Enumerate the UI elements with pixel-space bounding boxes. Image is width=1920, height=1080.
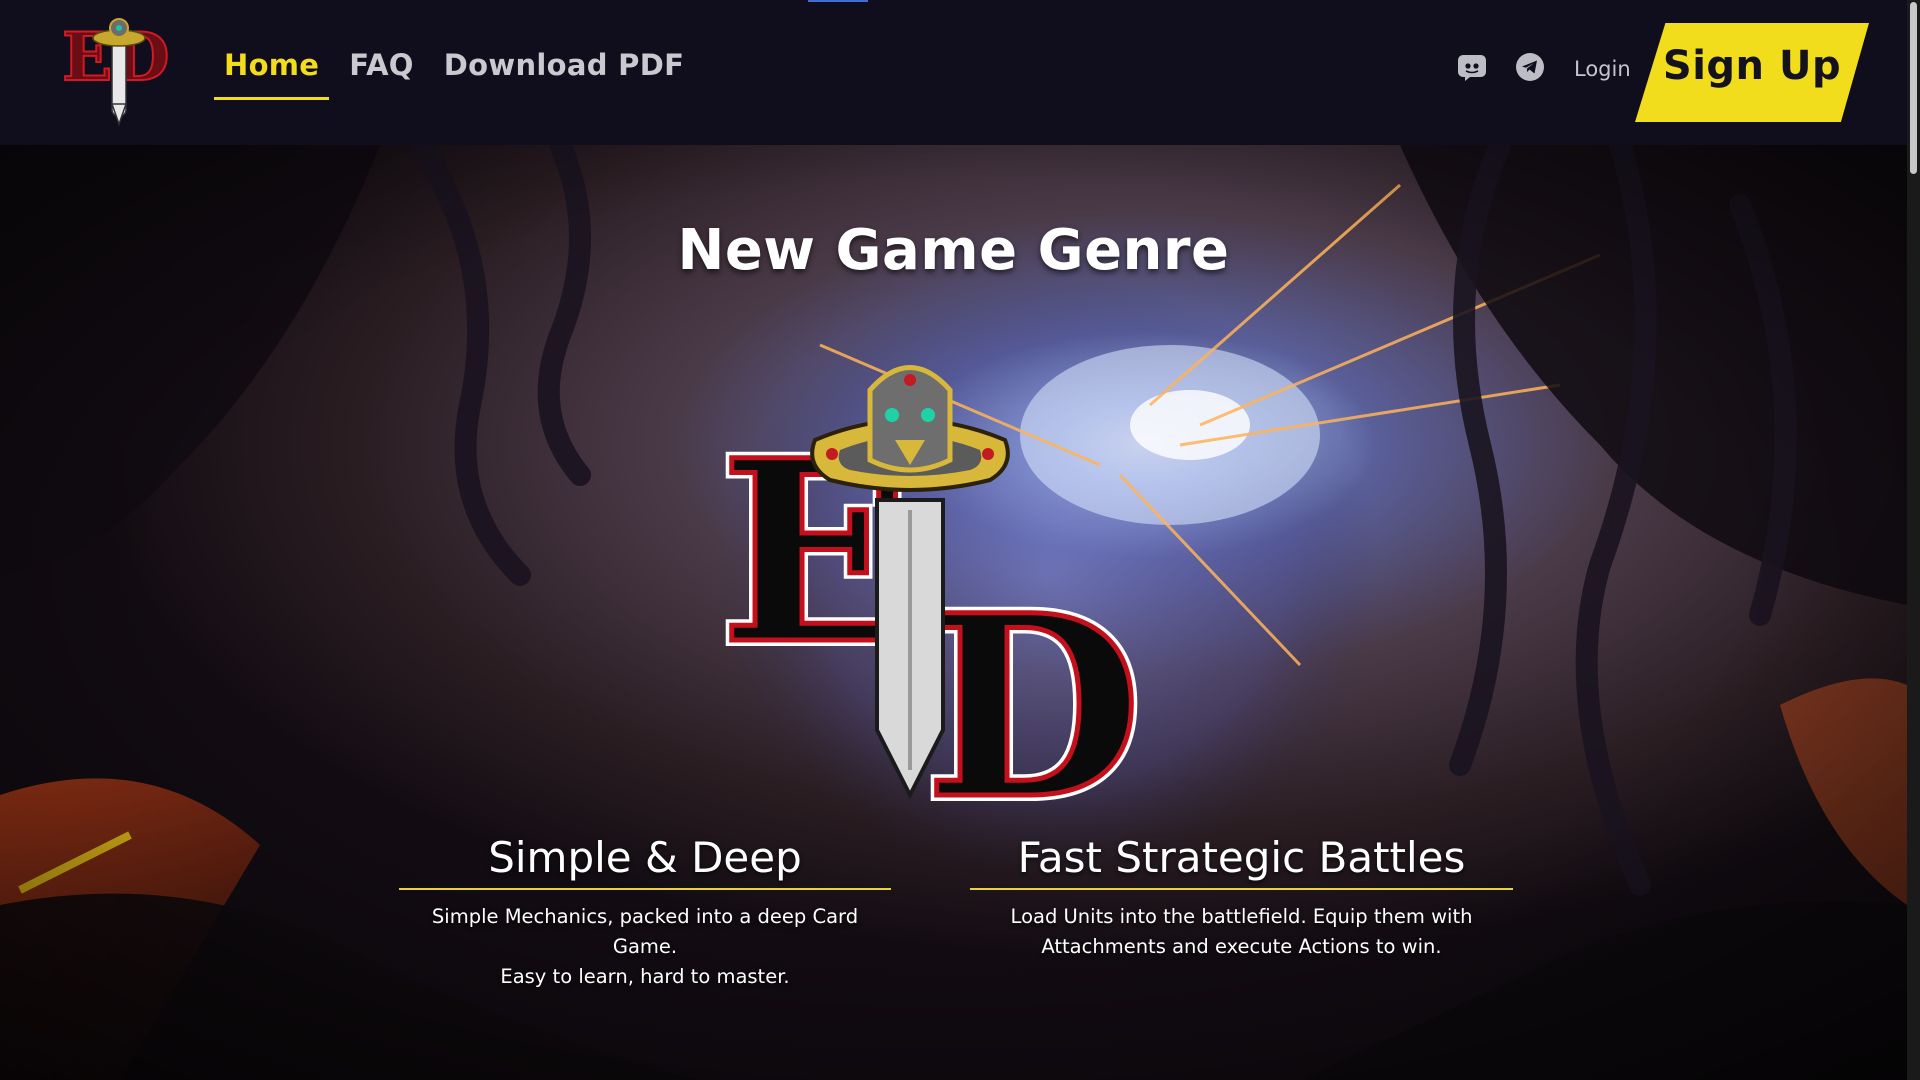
loading-indicator: [808, 0, 868, 2]
telegram-icon[interactable]: [1515, 52, 1545, 82]
login-link[interactable]: Login: [1574, 57, 1631, 81]
feature-fast-strategic-battles: Fast Strategic Battles Load Units into t…: [970, 833, 1513, 962]
hero-section: New Game Genre E E D D Simple & Deep Sim…: [0, 145, 1907, 1080]
discord-icon[interactable]: [1457, 52, 1487, 82]
site-logo[interactable]: ED: [58, 16, 186, 128]
hero-title: New Game Genre: [677, 218, 1230, 283]
nav-download-pdf[interactable]: Download PDF: [434, 44, 694, 100]
page: ED Home FAQ Download PDF Login Sign: [0, 0, 1920, 1080]
site-header: ED Home FAQ Download PDF Login Sign: [0, 0, 1907, 145]
feature-title: Simple & Deep: [399, 833, 891, 890]
feature-line: Easy to learn, hard to master.: [500, 965, 790, 988]
nav-faq[interactable]: FAQ: [339, 44, 423, 100]
main-nav: Home FAQ Download PDF: [214, 44, 704, 100]
signup-button[interactable]: Sign Up: [1635, 23, 1869, 122]
scrollbar-thumb[interactable]: [1910, 2, 1917, 174]
logo-letter-d: D: [925, 560, 1142, 810]
page-scrollbar[interactable]: [1907, 0, 1920, 1080]
signup-button-label: Sign Up: [1662, 43, 1842, 89]
nav-home[interactable]: Home: [214, 44, 330, 100]
feature-line: Simple Mechanics, packed into a deep Car…: [431, 905, 859, 958]
hero-game-logo: E E D D: [720, 365, 1148, 810]
feature-line: Load Units into the battlefield. Equip t…: [1010, 905, 1473, 928]
feature-title: Fast Strategic Battles: [970, 833, 1513, 890]
feature-line: Attachments and execute Actions to win.: [1041, 935, 1442, 958]
feature-simple-deep: Simple & Deep Simple Mechanics, packed i…: [399, 833, 891, 992]
feature-description: Load Units into the battlefield. Equip t…: [970, 902, 1513, 962]
feature-description: Simple Mechanics, packed into a deep Car…: [399, 902, 891, 992]
